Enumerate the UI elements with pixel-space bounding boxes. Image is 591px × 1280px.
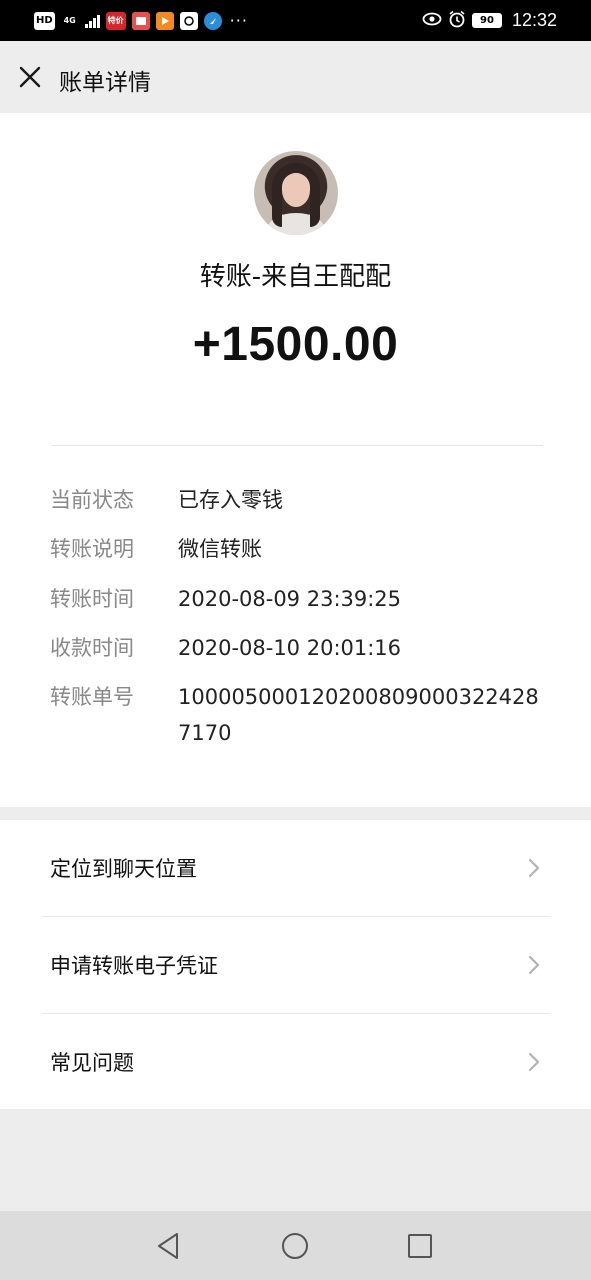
hd-icon: HD — [34, 11, 55, 30]
chevron-right-icon — [528, 858, 540, 878]
chevron-right-icon — [528, 955, 540, 975]
detail-label: 转账说明 — [50, 537, 134, 561]
eye-comfort-icon — [422, 11, 442, 30]
hand-app-icon — [179, 11, 198, 30]
back-triangle-icon[interactable] — [153, 1230, 185, 1262]
status-bar-right: 90 12:32 — [422, 10, 557, 32]
navigation-bar — [0, 1211, 591, 1280]
recents-square-icon[interactable] — [404, 1230, 436, 1262]
detail-value: 微信转账 — [178, 537, 262, 561]
detail-row-transfer-time: 转账时间 2020-08-09 23:39:25 — [50, 587, 550, 617]
action-list: 定位到聊天位置 申请转账电子凭证 常见问题 — [0, 820, 591, 1109]
status-bar: HD 4G 特价 ··· 90 12:32 — [0, 0, 591, 41]
alarm-icon — [448, 10, 466, 32]
request-e-voucher-item[interactable]: 申请转账电子凭证 — [0, 917, 591, 1013]
clock-time: 12:32 — [511, 10, 557, 30]
battery-icon: 90 — [471, 13, 502, 28]
status-bar-left: HD 4G 特价 ··· — [34, 11, 248, 30]
app-notification-icon: 特价 — [105, 11, 126, 30]
detail-row-receive-time: 收款时间 2020-08-10 20:01:16 — [50, 636, 550, 666]
locate-chat-position-item[interactable]: 定位到聊天位置 — [0, 820, 591, 916]
book-app-icon — [131, 11, 150, 30]
divider — [52, 445, 543, 446]
signal-icon — [84, 14, 100, 28]
detail-value: 1000050001202008090003224287170 — [178, 685, 539, 745]
network-type-icon: 4G — [63, 15, 76, 25]
detail-label: 当前状态 — [50, 488, 134, 512]
detail-label: 转账单号 — [50, 685, 134, 709]
action-label: 常见问题 — [50, 1051, 134, 1075]
detail-value: 已存入零钱 — [178, 488, 283, 512]
more-notifications-icon: ··· — [229, 11, 248, 30]
close-icon — [19, 66, 41, 88]
avatar[interactable] — [254, 151, 338, 235]
detail-value: 2020-08-10 20:01:16 — [178, 636, 402, 660]
detail-row-note: 转账说明 微信转账 — [50, 537, 550, 567]
detail-label: 转账时间 — [50, 587, 134, 611]
browser-app-icon — [203, 11, 222, 30]
detail-label: 收款时间 — [50, 636, 134, 660]
video-app-icon — [155, 11, 174, 30]
transfer-detail-card: 转账-来自王配配 +1500.00 当前状态 已存入零钱 转账说明 微信转账 转… — [0, 113, 591, 807]
action-label: 申请转账电子凭证 — [50, 954, 218, 978]
chevron-right-icon — [528, 1052, 540, 1072]
transfer-amount: +1500.00 — [192, 318, 399, 371]
detail-row-transfer-id: 转账单号 1000050001202008090003224287170 — [50, 685, 550, 751]
title-bar: 账单详情 — [0, 41, 591, 113]
close-button[interactable] — [14, 61, 46, 93]
home-circle-icon[interactable] — [279, 1230, 311, 1262]
faq-item[interactable]: 常见问题 — [0, 1014, 591, 1110]
page-title: 账单详情 — [59, 70, 151, 96]
transfer-payer: 转账-来自王配配 — [199, 262, 392, 292]
detail-row-status: 当前状态 已存入零钱 — [50, 488, 550, 518]
action-label: 定位到聊天位置 — [50, 857, 197, 881]
detail-value: 2020-08-09 23:39:25 — [178, 587, 402, 611]
